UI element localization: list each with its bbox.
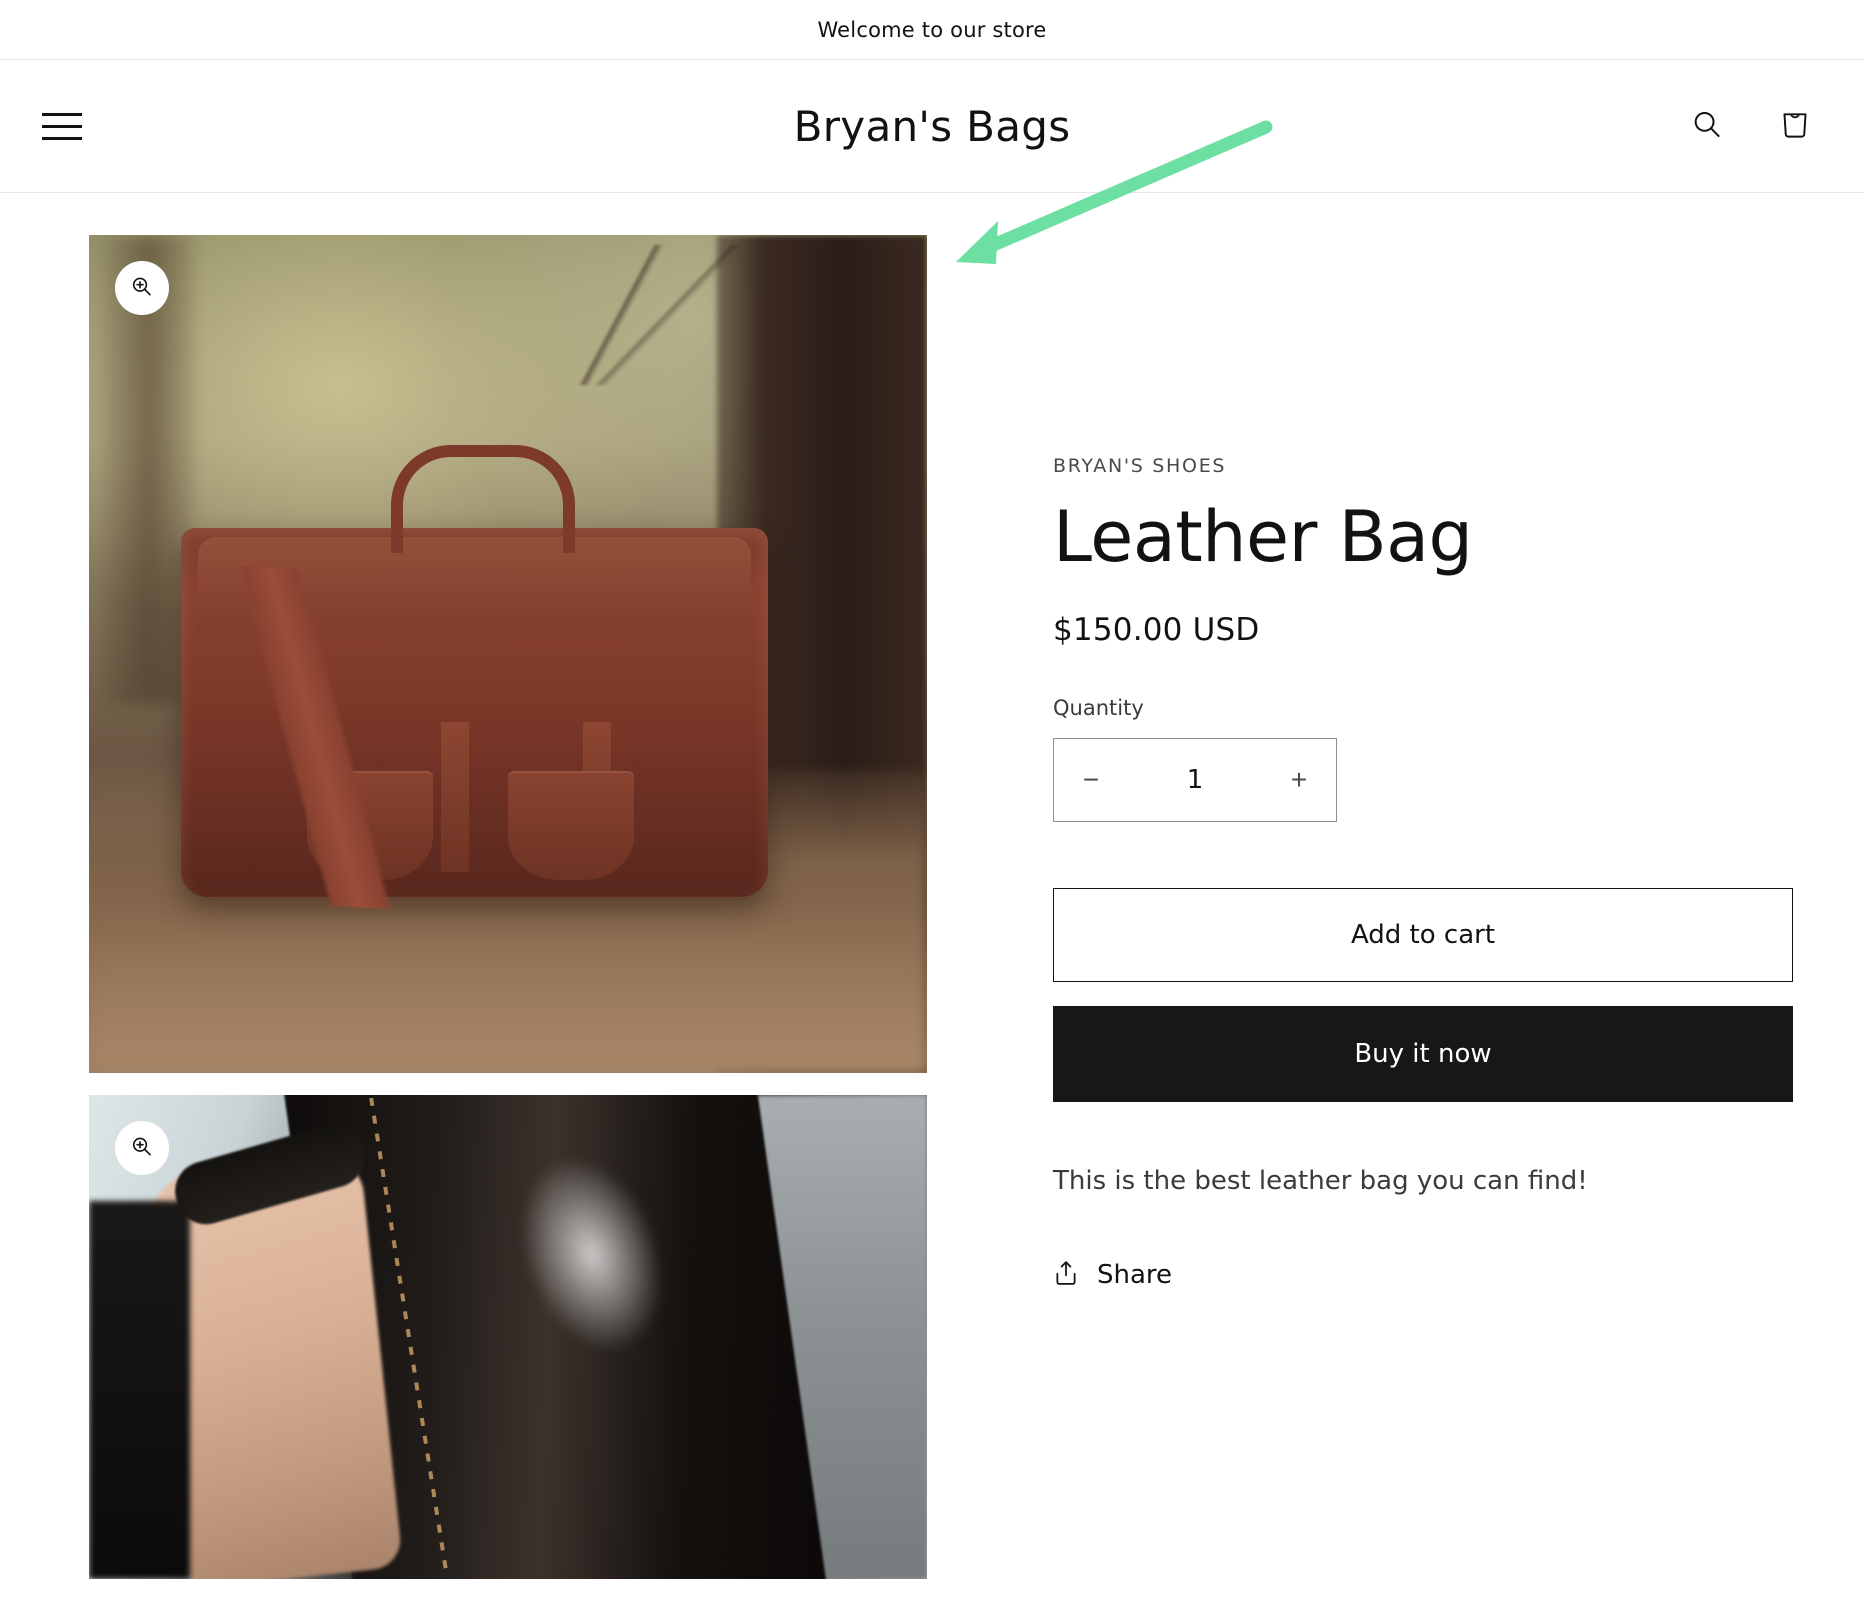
zoom-in-button[interactable] (115, 1121, 169, 1175)
zoom-in-icon (129, 274, 155, 303)
product-media-item[interactable] (89, 235, 927, 1073)
shopping-cart-icon (1778, 107, 1812, 146)
quantity-increase-button[interactable]: + (1262, 739, 1336, 821)
header-icon-group (1680, 99, 1822, 153)
quantity-decrease-button[interactable]: − (1054, 739, 1128, 821)
zoom-in-button[interactable] (115, 261, 169, 315)
hamburger-menu-icon (42, 136, 82, 140)
product-vendor: BRYAN'S SHOES (1053, 455, 1227, 477)
cart-button[interactable] (1768, 99, 1822, 153)
hamburger-menu-icon (42, 124, 82, 128)
hamburger-menu-button[interactable] (36, 100, 88, 152)
hamburger-menu-icon (42, 112, 82, 116)
search-button[interactable] (1680, 99, 1734, 153)
site-title-link[interactable]: Bryan's Bags (794, 102, 1071, 151)
product-info: BRYAN'S SHOES Leather Bag $150.00 USD Qu… (1053, 193, 1813, 1601)
buy-it-now-button[interactable]: Buy it now (1053, 1006, 1793, 1102)
product-title: Leather Bag (1053, 496, 1473, 578)
announcement-bar: Welcome to our store (0, 0, 1864, 60)
product-price: $150.00 USD (1053, 612, 1260, 648)
quantity-input[interactable] (1128, 765, 1262, 795)
zoom-in-icon (129, 1134, 155, 1163)
announcement-text: Welcome to our store (817, 17, 1047, 42)
product-description: This is the best leather bag you can fin… (1053, 1166, 1588, 1196)
share-icon (1053, 1259, 1079, 1291)
quantity-label: Quantity (1053, 696, 1144, 720)
add-to-cart-button[interactable]: Add to cart (1053, 888, 1793, 982)
share-button[interactable]: Share (1053, 1259, 1172, 1291)
site-header: Bryan's Bags (0, 60, 1864, 193)
product-image-primary (89, 235, 927, 1073)
quantity-stepper[interactable]: − + (1053, 738, 1337, 822)
search-icon (1690, 108, 1724, 145)
product-media-item[interactable] (89, 1095, 927, 1579)
product-media-gallery (89, 193, 949, 1601)
share-label: Share (1097, 1260, 1173, 1290)
product-page: BRYAN'S SHOES Leather Bag $150.00 USD Qu… (0, 193, 1864, 1601)
product-image-secondary (89, 1095, 927, 1579)
